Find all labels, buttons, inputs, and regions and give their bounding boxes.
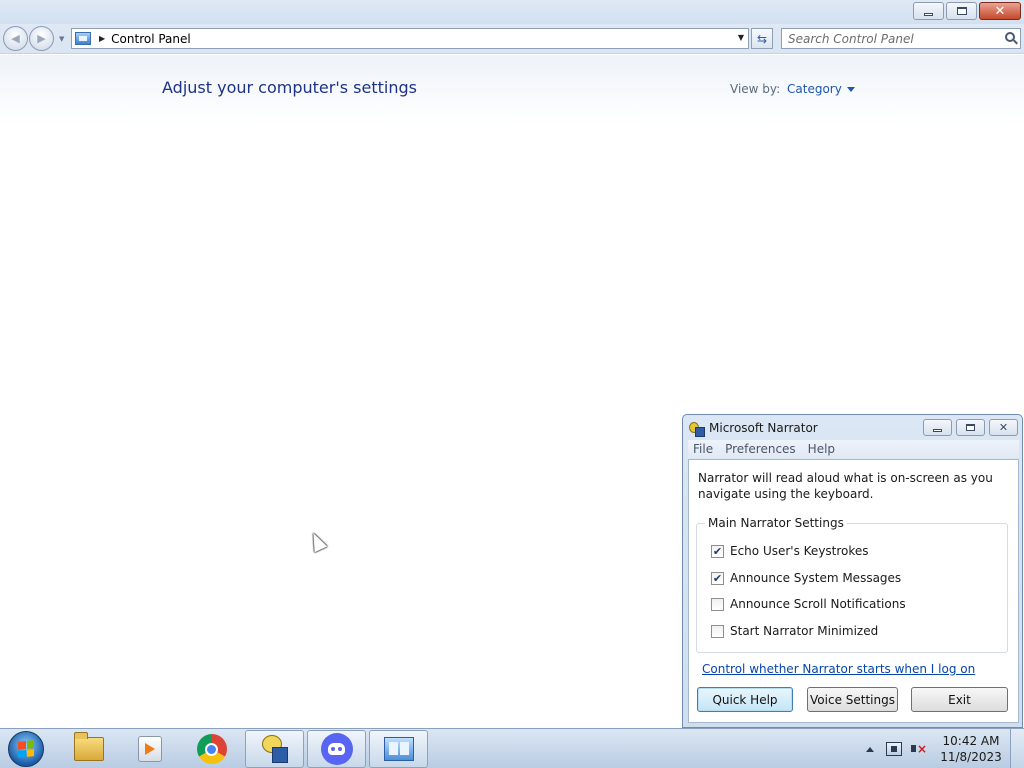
narrator-description: Narrator will read aloud what is on-scre… [698,471,993,501]
menu-preferences[interactable]: Preferences [720,442,801,456]
back-arrow-icon: ◀ [11,32,20,45]
close-icon: ✕ [994,3,1006,19]
announce-system-messages-label[interactable]: Announce System Messages [730,571,901,585]
narrator-window: Microsoft Narrator ✕ File Preferences He… [682,414,1023,728]
search-input[interactable] [788,30,1000,47]
narrator-title-bar: Microsoft Narrator [689,419,818,437]
navigation-bar: ◀ ▶ ▼ ▶ Control Panel ▼ ⇆ [0,24,1024,54]
address-dropdown-icon[interactable]: ▼ [738,33,744,42]
view-by-value[interactable]: Category [787,82,842,96]
system-tray: 10:42 AM 11/8/2023 [866,729,1004,768]
refresh-icon: ⇆ [756,31,768,46]
taskbar-explorer[interactable] [59,730,118,768]
back-button[interactable]: ◀ [3,26,28,51]
narrator-restore-button[interactable] [956,419,985,436]
narrator-icon [260,735,290,763]
title-bar: ✕ [0,0,1024,24]
volume-muted-icon[interactable] [910,741,927,757]
narrator-icon [689,421,705,437]
recent-pages-dropdown[interactable]: ▼ [59,35,64,43]
clock-date: 11/8/2023 [940,750,1002,764]
discord-icon [320,733,353,765]
restore-icon [956,7,967,15]
echo-keystrokes-label[interactable]: Echo User's Keystrokes [730,544,869,558]
narrator-body: Narrator will read aloud what is on-scre… [688,459,1019,723]
forward-arrow-icon: ▶ [37,32,46,45]
restore-button[interactable] [946,2,977,20]
show-hidden-icons-icon[interactable] [866,746,874,752]
windows-logo-icon [18,740,34,758]
exit-button[interactable]: Exit [911,687,1008,712]
address-bar[interactable]: ▶ Control Panel ▼ [71,28,749,49]
search-icon[interactable] [1005,32,1015,42]
minimize-icon [933,428,942,432]
restore-icon [966,424,975,431]
voice-settings-button[interactable]: Voice Settings [807,687,898,712]
breadcrumb-control-panel[interactable]: Control Panel [111,32,191,46]
taskbar-narrator[interactable] [245,730,304,768]
narrator-minimize-button[interactable] [923,419,952,436]
network-icon[interactable] [886,742,902,756]
announce-system-messages-checkbox[interactable]: ✔ [711,571,724,585]
announce-system-messages-option[interactable]: ✔ Announce System Messages [711,571,901,585]
view-by-label: View by: [730,82,781,96]
announce-scroll-notifications-label[interactable]: Announce Scroll Notifications [730,597,906,611]
view-by-dropdown[interactable]: Category [787,82,855,96]
caption-buttons: ✕ [911,2,1021,20]
breadcrumb-chevron-icon[interactable]: ▶ [99,34,105,43]
close-button[interactable]: ✕ [979,2,1021,20]
taskbar-media-player[interactable] [120,730,179,768]
chrome-icon [196,734,227,764]
group-title: Main Narrator Settings [705,516,847,530]
announce-scroll-notifications-option[interactable]: Announce Scroll Notifications [711,597,906,611]
logon-startup-link[interactable]: Control whether Narrator starts when I l… [702,662,975,676]
folder-icon [73,732,104,761]
narrator-title: Microsoft Narrator [709,421,818,435]
taskbar-chrome[interactable] [182,730,241,768]
search-box[interactable] [781,28,1021,49]
taskbar-discord[interactable] [307,730,366,768]
media-player-icon [137,736,162,762]
announce-scroll-notifications-checkbox[interactable] [711,597,724,611]
start-minimized-label[interactable]: Start Narrator Minimized [730,624,878,638]
control-panel-icon [75,32,91,45]
echo-keystrokes-option[interactable]: ✔ Echo User's Keystrokes [711,544,869,558]
close-icon: ✕ [998,421,1009,434]
clock[interactable]: 10:42 AM 11/8/2023 [938,733,1004,765]
menu-file[interactable]: File [688,442,718,456]
taskbar: 10:42 AM 11/8/2023 [0,728,1024,768]
page-title: Adjust your computer's settings [162,78,417,97]
echo-keystrokes-checkbox[interactable]: ✔ [711,544,724,558]
start-minimized-option[interactable]: Start Narrator Minimized [711,624,878,638]
start-button[interactable] [8,731,44,767]
menu-help[interactable]: Help [803,442,840,456]
refresh-button[interactable]: ⇆ [751,28,773,49]
narrator-menu-bar: File Preferences Help [688,440,1019,458]
minimize-button[interactable] [913,2,944,20]
forward-button[interactable]: ▶ [29,26,54,51]
narrator-close-button[interactable]: ✕ [989,419,1018,436]
quick-help-button[interactable]: Quick Help [697,687,793,712]
clock-time: 10:42 AM [942,734,1000,748]
narrator-caption-buttons: ✕ [919,419,1018,436]
minimize-icon [924,12,933,16]
start-minimized-checkbox[interactable] [711,624,724,638]
caret-down-icon[interactable] [846,86,855,92]
control-panel-icon [383,737,414,761]
show-desktop-button[interactable] [1010,729,1024,768]
taskbar-control-panel[interactable] [369,730,428,768]
main-settings-group: Main Narrator Settings ✔ Echo User's Key… [696,516,1008,653]
